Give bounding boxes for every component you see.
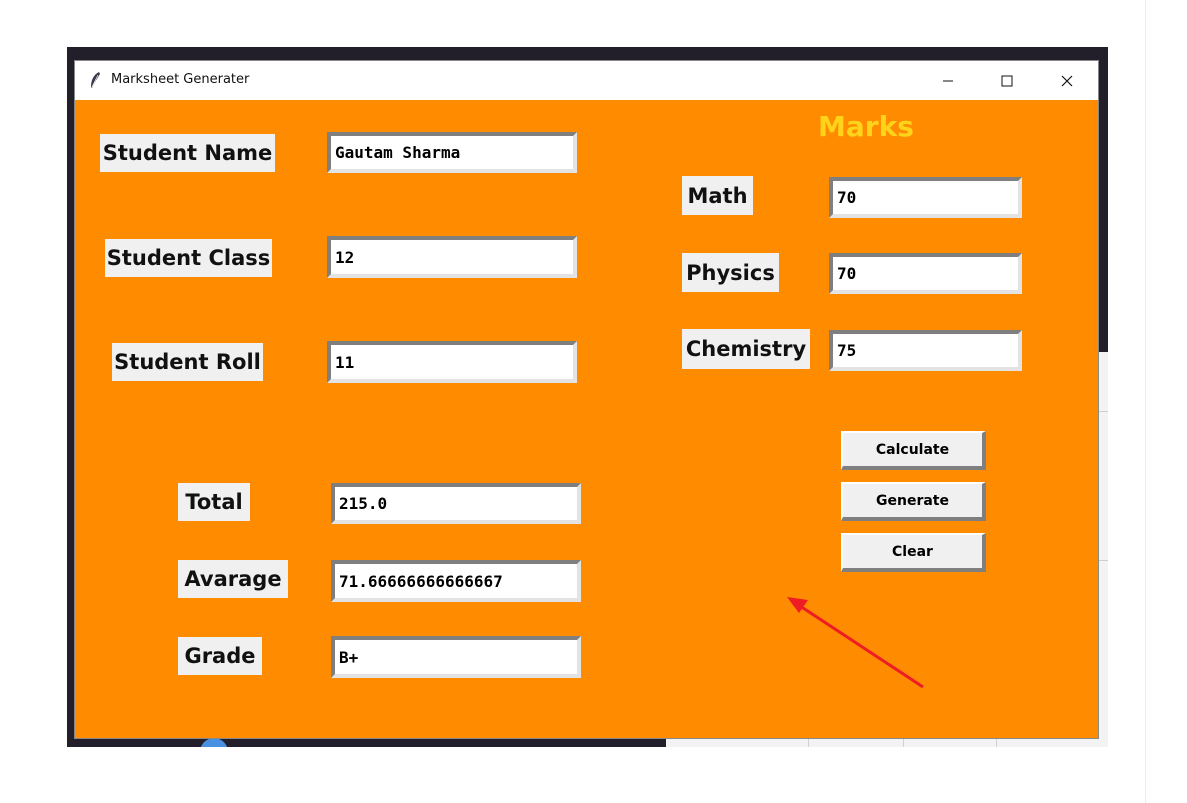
minimize-icon: [943, 80, 953, 81]
close-icon: [1061, 75, 1073, 86]
window-title: Marksheet Generater: [111, 72, 250, 87]
feather-icon: [91, 72, 100, 88]
red-arrow-icon: [787, 597, 924, 689]
title-bar[interactable]: Marksheet Generater: [75, 61, 1098, 100]
minimize-button[interactable]: [925, 61, 971, 100]
close-button[interactable]: [1044, 61, 1090, 100]
background-avatar: [200, 738, 228, 747]
app-window: Marksheet Generater Student Name Student…: [75, 61, 1098, 738]
page-divider: [1145, 0, 1146, 803]
maximize-button[interactable]: [984, 61, 1030, 100]
form-area: Student Name Student Class Student Roll …: [75, 100, 1098, 738]
maximize-icon: [1001, 75, 1013, 86]
